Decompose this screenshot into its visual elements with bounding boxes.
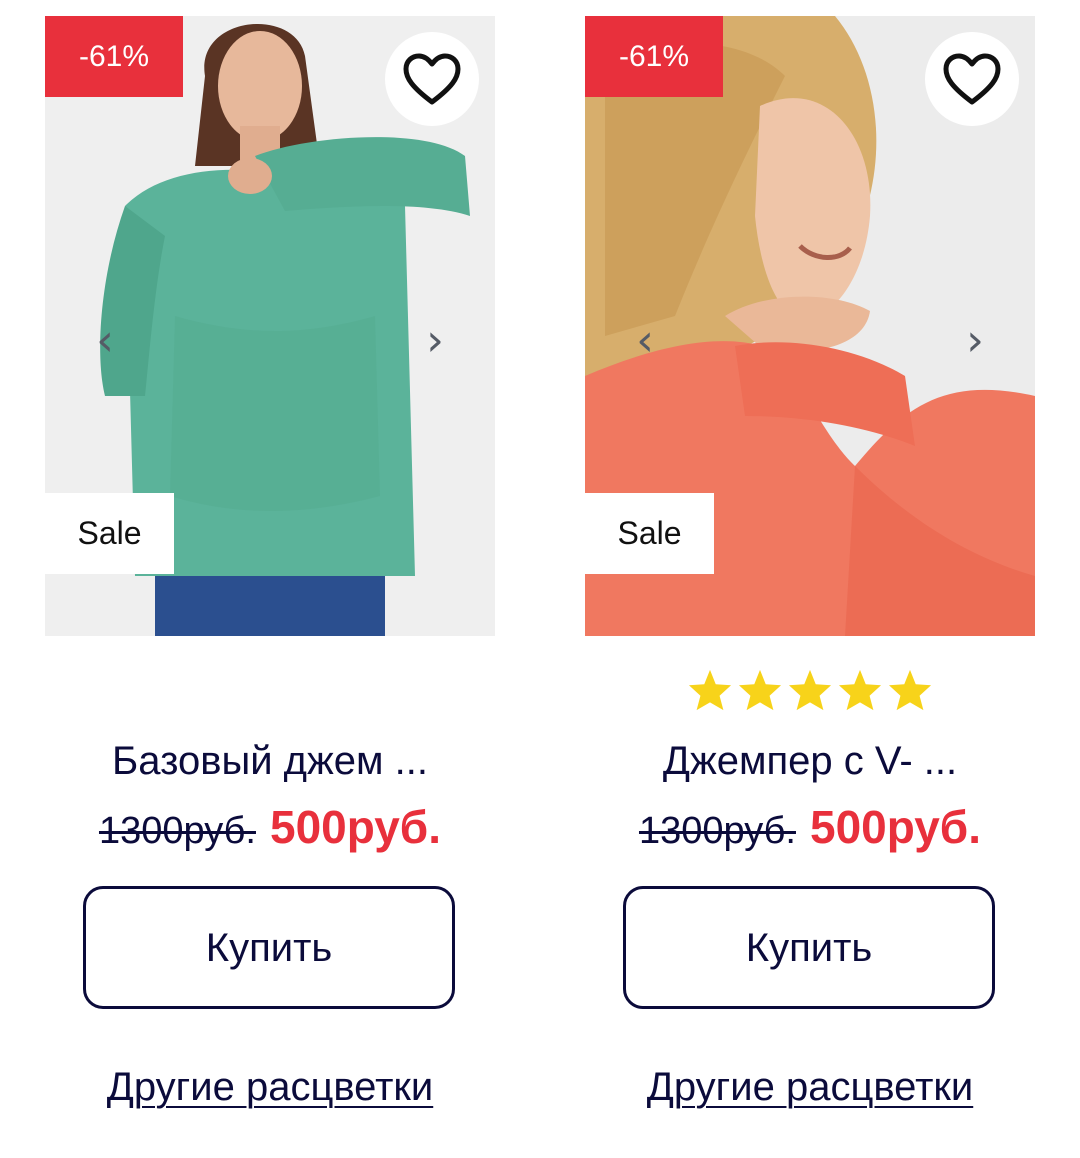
rating-stars <box>585 668 1035 718</box>
product-image[interactable]: -61% ‹ › Sale <box>585 16 1035 636</box>
other-colors-link[interactable]: Другие расцветки <box>585 1062 1035 1112</box>
product-image[interactable]: -61% ‹ › Sale <box>45 16 495 636</box>
product-title[interactable]: Базовый джем ... <box>45 734 495 788</box>
price-block: 1300руб. 500руб. <box>45 800 495 854</box>
favorite-button[interactable] <box>925 32 1019 126</box>
favorite-button[interactable] <box>385 32 479 126</box>
old-price: 1300руб. <box>98 810 256 852</box>
old-price: 1300руб. <box>638 810 796 852</box>
chevron-right-icon[interactable]: › <box>415 316 455 366</box>
star-icon <box>888 669 932 711</box>
product-grid: -61% ‹ › Sale Базовый джем ... 1300руб. … <box>0 0 1080 1158</box>
other-colors-link[interactable]: Другие расцветки <box>45 1062 495 1112</box>
buy-button[interactable]: Купить <box>83 886 455 1009</box>
heart-icon <box>403 53 461 105</box>
new-price: 500руб. <box>809 801 982 853</box>
chevron-right-icon[interactable]: › <box>955 316 995 366</box>
star-icon <box>838 669 882 711</box>
heart-icon <box>943 53 1001 105</box>
buy-button[interactable]: Купить <box>623 886 995 1009</box>
star-icon <box>738 669 782 711</box>
discount-badge: -61% <box>585 16 723 97</box>
star-icon <box>788 669 832 711</box>
product-title[interactable]: Джемпер с V- ... <box>585 734 1035 788</box>
price-block: 1300руб. 500руб. <box>585 800 1035 854</box>
product-card: -61% ‹ › Sale Джемпер с V- ... 1300руб. … <box>585 16 1035 1146</box>
discount-badge: -61% <box>45 16 183 97</box>
sale-tag: Sale <box>45 493 174 574</box>
chevron-left-icon[interactable]: ‹ <box>625 316 665 366</box>
product-card: -61% ‹ › Sale Базовый джем ... 1300руб. … <box>45 16 495 1146</box>
new-price: 500руб. <box>269 801 442 853</box>
sale-tag: Sale <box>585 493 714 574</box>
chevron-left-icon[interactable]: ‹ <box>85 316 125 366</box>
star-icon <box>688 669 732 711</box>
